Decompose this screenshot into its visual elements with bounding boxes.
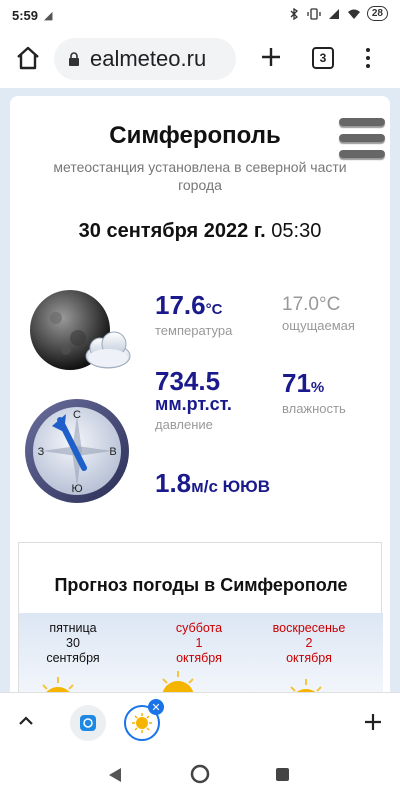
system-nav-bar xyxy=(0,750,400,800)
home-nav-icon[interactable] xyxy=(190,764,210,784)
web-page: Симферополь метеостанция установлена в с… xyxy=(0,88,400,692)
forecast-title: Прогноз погоды в Симферополе xyxy=(54,575,348,595)
status-bar: 5:59 ◢ 28 xyxy=(0,0,400,30)
sun-icon xyxy=(42,677,74,692)
address-bar[interactable]: ealmeteo.ru xyxy=(54,38,236,80)
city-title: Симферополь xyxy=(109,122,281,149)
forecast-day[interactable]: суббота 1 октября xyxy=(149,621,249,666)
compass-west-label: З xyxy=(38,446,45,458)
pressure-unit: мм.рт.ст. xyxy=(155,394,232,414)
telegram-icon: ◢ xyxy=(44,9,53,22)
wind-value: 1.8м/с ЮЮВ xyxy=(155,468,270,499)
forecast-weekday: пятница xyxy=(49,621,97,635)
humidity-label: влажность xyxy=(282,401,346,416)
compass-east-label: В xyxy=(109,446,116,458)
forecast-section: Прогноз погоды в Симферополе пятница 30 … xyxy=(18,542,383,692)
temperature-number: 17.6 xyxy=(155,290,206,320)
forecast-month: сентября xyxy=(46,651,100,665)
observation-datetime: 30 сентября 2022 г. 05:30 xyxy=(10,220,390,243)
forecast-daynum: 1 xyxy=(195,636,203,650)
pressure-label: давление xyxy=(155,417,213,432)
humidity-number: 71 xyxy=(282,368,311,398)
wind-compass-icon: С Ю З В xyxy=(25,399,129,503)
forecast-day[interactable]: воскресенье 2 октября xyxy=(259,621,359,666)
humidity-value: 71% xyxy=(282,368,324,399)
weather-card: Симферополь метеостанция установлена в с… xyxy=(10,96,390,692)
temperature-label: температура xyxy=(155,323,233,338)
shazam-icon xyxy=(80,715,96,731)
humidity-unit: % xyxy=(310,379,325,396)
chevron-up-icon[interactable] xyxy=(16,711,36,731)
add-tab-icon[interactable] xyxy=(362,711,384,733)
wind-unit: м/с ЮЮВ xyxy=(191,477,270,496)
sun-icon xyxy=(290,679,322,692)
forecast-month: октября xyxy=(286,651,332,665)
lock-icon[interactable] xyxy=(68,52,80,66)
pressure-value: 734.5 xyxy=(155,366,221,396)
observation-time: 05:30 xyxy=(271,220,322,242)
tab-switcher-button[interactable]: 3 xyxy=(312,47,334,69)
observation-date: 30 сентября 2022 г. xyxy=(78,220,266,242)
status-time: 5:59 xyxy=(12,7,39,23)
feels-like-value: 17.0°C xyxy=(282,294,341,315)
browser-toolbar: ealmeteo.ru 3 xyxy=(0,30,400,88)
forecast-month: октября xyxy=(176,651,222,665)
overflow-menu-icon[interactable] xyxy=(358,45,378,71)
bluetooth-icon xyxy=(290,7,298,20)
status-icons: 28 xyxy=(287,6,388,21)
vibrate-icon xyxy=(307,7,321,20)
wind-speed: 1.8 xyxy=(155,468,192,498)
tab-group-strip: ✕ xyxy=(0,692,400,750)
signal-icon xyxy=(328,8,339,19)
sun-favicon-icon xyxy=(132,713,152,733)
recents-icon[interactable] xyxy=(276,768,289,781)
forecast-weekday: воскресенье xyxy=(272,621,346,635)
compass-north-label: С xyxy=(73,409,81,421)
wifi-icon xyxy=(347,9,360,19)
new-tab-icon[interactable] xyxy=(258,44,284,70)
url-text[interactable]: ealmeteo.ru xyxy=(90,46,206,72)
station-note: метеостанция установлена в северной част… xyxy=(53,159,347,193)
forecast-daynum: 2 xyxy=(305,636,313,650)
moon-cloud-icon xyxy=(30,290,131,370)
close-tab-icon[interactable]: ✕ xyxy=(148,699,164,715)
temperature-unit: °C xyxy=(205,301,223,318)
temperature-value: 17.6°C xyxy=(155,290,222,321)
forecast-strip: пятница 30 сентября суббота 1 октября во… xyxy=(19,613,383,692)
forecast-daynum: 30 xyxy=(66,636,80,650)
back-icon[interactable] xyxy=(108,767,122,783)
forecast-weekday: суббота xyxy=(175,621,223,635)
battery-indicator: 28 xyxy=(366,6,388,21)
tab-thumbnail[interactable] xyxy=(70,705,106,741)
feels-like-label: ощущаемая xyxy=(282,318,355,333)
sun-icon xyxy=(157,671,199,692)
forecast-day[interactable]: пятница 30 сентября xyxy=(23,621,123,666)
compass-south-label: Ю xyxy=(71,483,82,495)
home-icon[interactable] xyxy=(14,44,42,72)
